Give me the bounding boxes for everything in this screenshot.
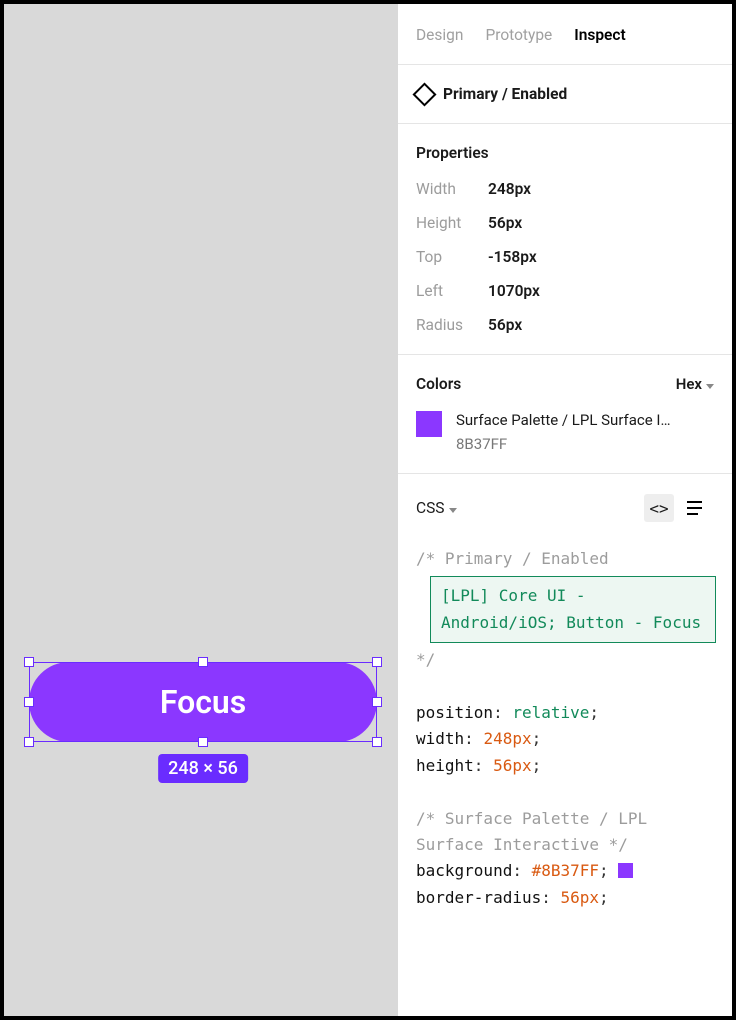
css-callout: [LPL] Core UI - Android/iOS; Button - Fo… bbox=[430, 576, 716, 643]
list-view-icon[interactable] bbox=[682, 494, 712, 522]
properties-title: Properties bbox=[416, 144, 714, 162]
color-item[interactable]: Surface Palette / LPL Surface I… 8B37FF bbox=[416, 411, 714, 453]
prop-label-height: Height bbox=[416, 214, 488, 232]
prop-label-width: Width bbox=[416, 180, 488, 198]
component-icon bbox=[412, 82, 436, 106]
css-bg-value: #8B37FF bbox=[532, 861, 599, 880]
css-comment-open: /* Primary / Enabled bbox=[416, 549, 609, 568]
color-hex: 8B37FF bbox=[456, 435, 714, 453]
color-swatch bbox=[416, 411, 442, 437]
focus-button-label: Focus bbox=[160, 683, 246, 721]
prop-value-height[interactable]: 56px bbox=[488, 214, 522, 232]
prop-value-radius[interactable]: 56px bbox=[488, 316, 522, 334]
resize-handle-bm[interactable] bbox=[198, 737, 208, 747]
prop-row-top: Top -158px bbox=[416, 248, 714, 266]
resize-handle-bl[interactable] bbox=[24, 737, 34, 747]
tab-prototype[interactable]: Prototype bbox=[485, 26, 552, 44]
colors-title: Colors bbox=[416, 375, 461, 393]
color-format-dropdown[interactable]: Hex bbox=[676, 375, 714, 393]
css-height-key: height bbox=[416, 756, 474, 775]
css-bg-key: background bbox=[416, 861, 512, 880]
css-width-value: 248px bbox=[483, 729, 531, 748]
prop-row-height: Height 56px bbox=[416, 214, 714, 232]
css-comment-surface: /* Surface Palette / LPL Surface Interac… bbox=[416, 809, 657, 854]
prop-label-top: Top bbox=[416, 248, 488, 266]
css-radius-value: 56px bbox=[561, 888, 600, 907]
prop-label-left: Left bbox=[416, 282, 488, 300]
focus-button-component[interactable]: Focus bbox=[29, 662, 377, 742]
colors-section: Colors Hex Surface Palette / LPL Surface… bbox=[398, 355, 732, 474]
selected-layer-row[interactable]: Primary / Enabled bbox=[416, 85, 714, 103]
prop-value-width[interactable]: 248px bbox=[488, 180, 531, 198]
properties-section: Properties Width 248px Height 56px Top -… bbox=[398, 124, 732, 355]
color-name: Surface Palette / LPL Surface I… bbox=[456, 411, 714, 429]
css-width-key: width bbox=[416, 729, 464, 748]
resize-handle-tm[interactable] bbox=[198, 657, 208, 667]
resize-handle-lm[interactable] bbox=[24, 697, 34, 707]
prop-row-width: Width 248px bbox=[416, 180, 714, 198]
layer-section: Primary / Enabled bbox=[398, 65, 732, 124]
css-comment-close: */ bbox=[416, 650, 435, 669]
list-icon bbox=[687, 501, 707, 515]
css-lang-dropdown[interactable]: CSS bbox=[416, 499, 457, 517]
css-position-key: position bbox=[416, 703, 493, 722]
resize-handle-tr[interactable] bbox=[372, 657, 382, 667]
css-code-block[interactable]: /* Primary / Enabled [LPL] Core UI - And… bbox=[416, 546, 714, 911]
css-lang-label: CSS bbox=[416, 499, 445, 517]
selected-element-wrapper[interactable]: Focus 248 × 56 bbox=[29, 662, 377, 742]
css-radius-key: border-radius bbox=[416, 888, 541, 907]
prop-row-left: Left 1070px bbox=[416, 282, 714, 300]
canvas-area[interactable]: Focus 248 × 56 bbox=[4, 4, 398, 1016]
dimensions-badge: 248 × 56 bbox=[158, 754, 248, 783]
resize-handle-tl[interactable] bbox=[24, 657, 34, 667]
chevron-down-icon bbox=[449, 499, 457, 517]
chevron-down-icon bbox=[706, 375, 714, 393]
resize-handle-br[interactable] bbox=[372, 737, 382, 747]
css-position-value: relative bbox=[512, 703, 589, 722]
prop-row-radius: Radius 56px bbox=[416, 316, 714, 334]
code-view-icon[interactable]: <> bbox=[644, 494, 674, 522]
resize-handle-rm[interactable] bbox=[372, 697, 382, 707]
tab-inspect[interactable]: Inspect bbox=[574, 26, 625, 44]
css-height-value: 56px bbox=[493, 756, 532, 775]
prop-value-left[interactable]: 1070px bbox=[488, 282, 540, 300]
css-section: CSS <> /* Primary / Enabled [LPL] Core U… bbox=[398, 474, 732, 911]
color-format-label: Hex bbox=[676, 375, 702, 393]
prop-label-radius: Radius bbox=[416, 316, 488, 334]
tab-design[interactable]: Design bbox=[416, 26, 463, 44]
inspector-panel: Design Prototype Inspect Primary / Enabl… bbox=[398, 4, 732, 1016]
inspector-tabs: Design Prototype Inspect bbox=[398, 4, 732, 65]
inline-color-swatch bbox=[618, 863, 633, 878]
prop-value-top[interactable]: -158px bbox=[488, 248, 537, 266]
layer-name: Primary / Enabled bbox=[443, 85, 567, 103]
